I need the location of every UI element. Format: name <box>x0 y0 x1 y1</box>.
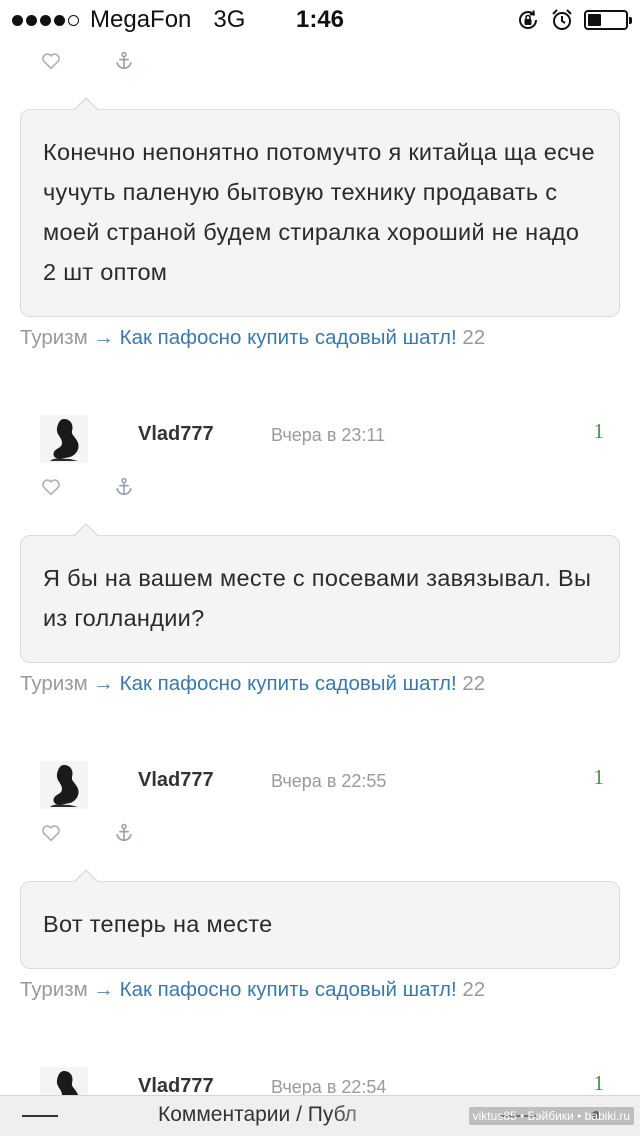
comment-actions <box>40 50 160 76</box>
anchor-icon[interactable] <box>113 822 135 844</box>
post-reference: Туризм → Как пафосно купить садовый шатл… <box>20 672 485 696</box>
comment-bubble: Я бы на вашем месте с посевами завязывал… <box>20 523 620 663</box>
watermark: viktus85 • Бэйбики • babiki.ru <box>468 1107 634 1125</box>
battery-fill <box>588 14 601 26</box>
comment-bubble: Конечно непонятно потомучто я китайца ща… <box>20 97 620 317</box>
post-comment-count: 22 <box>462 672 486 695</box>
network-type: 3G <box>213 6 246 33</box>
alarm-clock-icon <box>552 9 572 30</box>
status-left: MegaFon 3G <box>12 6 245 34</box>
signal-dot-1 <box>12 14 23 26</box>
anchor-icon[interactable] <box>113 50 135 72</box>
post-category[interactable]: Туризм <box>20 978 88 1001</box>
heart-outline-icon[interactable] <box>40 50 62 72</box>
post-reference: Туризм → Как пафосно купить садовый шатл… <box>20 978 485 1002</box>
post-comment-count: 22 <box>462 326 486 349</box>
battery-icon <box>584 10 632 30</box>
post-category[interactable]: Туризм <box>20 326 88 349</box>
comment-date: Вчера в 22:55 <box>271 771 387 791</box>
post-category[interactable]: Туризм <box>20 672 88 695</box>
post-title-link[interactable]: Как пафосно купить садовый шатл! <box>120 672 457 695</box>
comment-author-row: Vlad777 Вчера в 22:55 1 <box>40 761 620 811</box>
post-title-link[interactable]: Как пафосно купить садовый шатл! <box>120 326 457 349</box>
author-name[interactable]: Vlad777 <box>138 769 214 792</box>
comment-actions <box>40 822 160 848</box>
comment-date: Вчера в 23:11 <box>271 425 386 445</box>
page-title: Комментарии / Публ <box>158 1103 357 1126</box>
comment-rating: 1 <box>593 1071 605 1095</box>
post-title-link[interactable]: Как пафосно купить садовый шатл! <box>120 978 457 1001</box>
arrow-right-icon: → <box>93 978 114 1001</box>
signal-dot-3 <box>40 14 51 26</box>
avatar-image <box>40 415 88 463</box>
avatar-image <box>40 761 88 809</box>
post-reference: Туризм → Как пафосно купить садовый шатл… <box>20 326 485 350</box>
status-right <box>516 8 632 32</box>
heart-outline-icon[interactable] <box>40 822 62 844</box>
signal-dot-2 <box>26 14 37 26</box>
arrow-right-icon: → <box>93 672 114 695</box>
avatar[interactable] <box>40 761 88 809</box>
comment-rating: 1 <box>593 419 605 443</box>
status-bar: MegaFon 3G 1:46 <box>0 0 640 40</box>
signal-dot-5 <box>68 14 79 26</box>
arrow-right-icon: → <box>93 326 114 349</box>
comment-actions <box>40 476 160 502</box>
bottom-toolbar: Комментарии / Публ viktus85 • Бэйбики • … <box>0 1095 640 1136</box>
author-name[interactable]: Vlad777 <box>138 423 214 446</box>
comment-bubble: Вот теперь на месте <box>20 869 620 969</box>
anchor-icon[interactable] <box>113 476 135 498</box>
comment-rating: 1 <box>593 765 605 789</box>
title-fade <box>330 1096 420 1136</box>
carrier-name: MegaFon <box>90 6 192 33</box>
comment-author-row: Vlad777 Вчера в 23:11 1 <box>40 415 620 465</box>
rotation-lock-icon <box>519 10 538 29</box>
menu-icon[interactable] <box>22 1115 58 1117</box>
heart-outline-icon[interactable] <box>40 476 62 498</box>
avatar[interactable] <box>40 415 88 463</box>
post-comment-count: 22 <box>462 978 486 1001</box>
signal-dot-4 <box>54 14 65 26</box>
